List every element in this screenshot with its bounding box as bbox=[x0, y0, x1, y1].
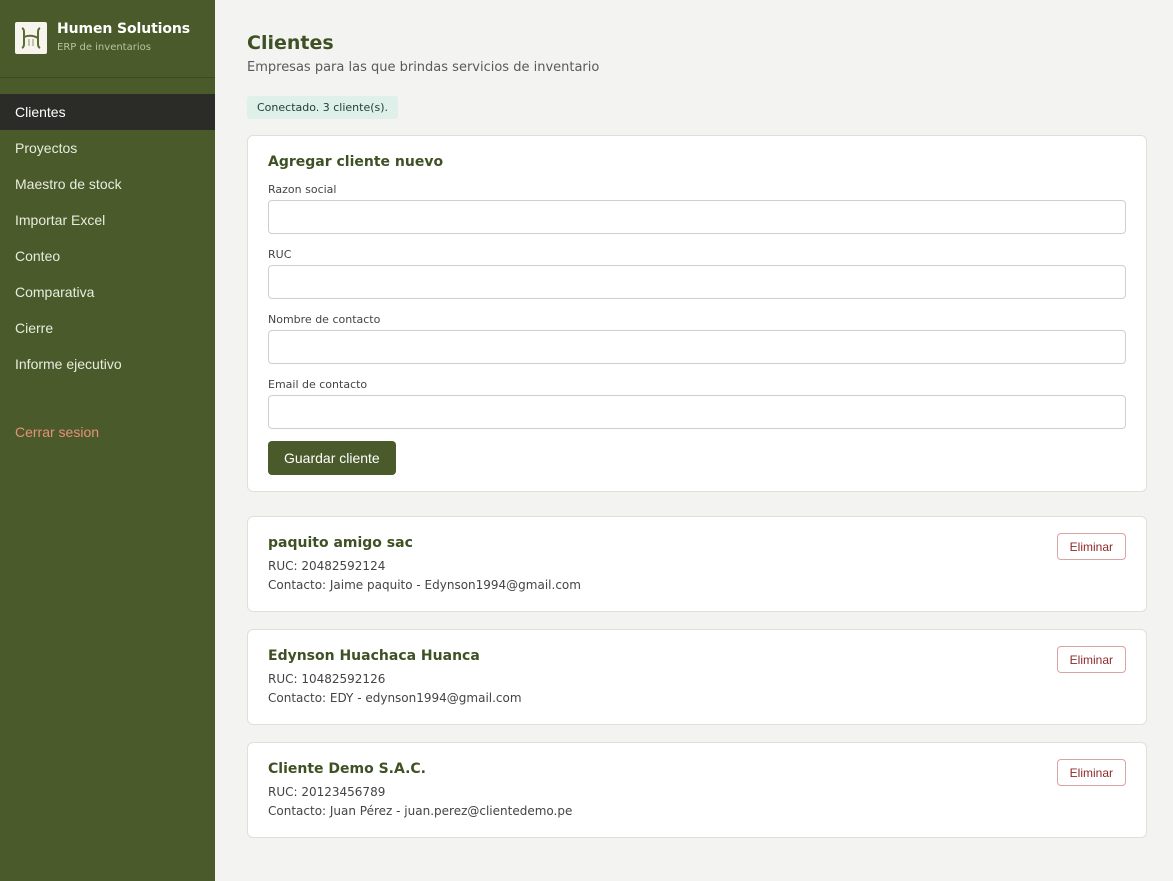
add-client-form: Agregar cliente nuevo Razon social RUC N… bbox=[247, 135, 1147, 492]
page-title: Clientes bbox=[247, 32, 334, 54]
client-ruc: RUC: 20123456789 bbox=[268, 785, 386, 799]
sidebar-item-cierre[interactable]: Cierre bbox=[0, 310, 215, 346]
logo-icon bbox=[15, 22, 47, 54]
sidebar-item-maestro-de-stock[interactable]: Maestro de stock bbox=[0, 166, 215, 202]
delete-client-button[interactable]: Eliminar bbox=[1056, 759, 1126, 786]
sidebar-nav: Clientes Proyectos Maestro de stock Impo… bbox=[0, 94, 215, 382]
sidebar-item-clientes[interactable]: Clientes bbox=[0, 94, 215, 130]
contact-email-input[interactable] bbox=[268, 395, 1126, 429]
brand-subtitle: ERP de inventarios bbox=[57, 42, 151, 53]
sidebar-item-conteo[interactable]: Conteo bbox=[0, 238, 215, 274]
client-contact: Contacto: Jaime paquito - Edynson1994@gm… bbox=[268, 578, 581, 592]
client-card: Edynson Huachaca Huanca RUC: 10482592126… bbox=[247, 629, 1147, 725]
client-name: paquito amigo sac bbox=[268, 535, 413, 551]
sidebar-item-comparativa[interactable]: Comparativa bbox=[0, 274, 215, 310]
logout-link[interactable]: Cerrar sesion bbox=[0, 414, 215, 450]
delete-client-button[interactable]: Eliminar bbox=[1056, 533, 1126, 560]
delete-client-button[interactable]: Eliminar bbox=[1056, 646, 1126, 673]
client-contact: Contacto: EDY - edynson1994@gmail.com bbox=[268, 691, 522, 705]
sidebar: Humen Solutions ERP de inventarios Clien… bbox=[0, 0, 215, 881]
ruc-label: RUC bbox=[268, 248, 292, 261]
client-ruc: RUC: 20482592124 bbox=[268, 559, 386, 573]
razon-social-input[interactable] bbox=[268, 200, 1126, 234]
razon-social-label: Razon social bbox=[268, 183, 337, 196]
ruc-input[interactable] bbox=[268, 265, 1126, 299]
brand: Humen Solutions ERP de inventarios bbox=[0, 0, 215, 78]
form-title: Agregar cliente nuevo bbox=[268, 154, 444, 170]
client-list: paquito amigo sac RUC: 20482592124 Conta… bbox=[247, 516, 1147, 838]
contact-name-label: Nombre de contacto bbox=[268, 313, 381, 326]
sidebar-item-informe-ejecutivo[interactable]: Informe ejecutivo bbox=[0, 346, 215, 382]
brand-name: Humen Solutions bbox=[57, 21, 190, 37]
page-subtitle: Empresas para las que brindas servicios … bbox=[247, 60, 600, 75]
client-name: Edynson Huachaca Huanca bbox=[268, 648, 480, 664]
client-card: Cliente Demo S.A.C. RUC: 20123456789 Con… bbox=[247, 742, 1147, 838]
save-client-button[interactable]: Guardar cliente bbox=[268, 441, 396, 475]
client-contact: Contacto: Juan Pérez - juan.perez@client… bbox=[268, 804, 573, 818]
contact-email-label: Email de contacto bbox=[268, 378, 368, 391]
contact-name-input[interactable] bbox=[268, 330, 1126, 364]
status-badge: Conectado. 3 cliente(s). bbox=[247, 96, 399, 119]
main-content: Clientes Empresas para las que brindas s… bbox=[247, 0, 1147, 855]
client-ruc: RUC: 10482592126 bbox=[268, 672, 386, 686]
sidebar-item-proyectos[interactable]: Proyectos bbox=[0, 130, 215, 166]
client-card: paquito amigo sac RUC: 20482592124 Conta… bbox=[247, 516, 1147, 612]
sidebar-item-importar-excel[interactable]: Importar Excel bbox=[0, 202, 215, 238]
client-name: Cliente Demo S.A.C. bbox=[268, 761, 426, 777]
